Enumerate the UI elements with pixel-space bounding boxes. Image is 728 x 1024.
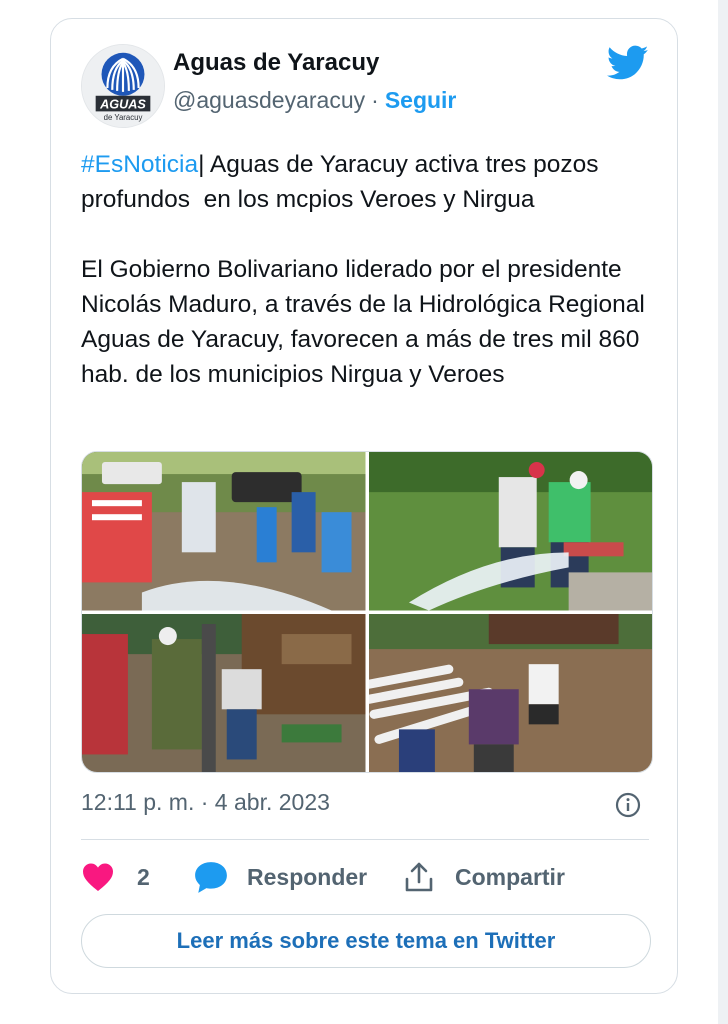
action-bar: 2 Responder Compartir [81, 857, 651, 897]
divider [81, 839, 649, 840]
svg-text:AGUAS: AGUAS [99, 97, 146, 111]
photo-3[interactable] [82, 613, 366, 772]
twitter-bird-icon[interactable] [606, 45, 649, 81]
embedded-tweet-card: AGUAS de Yaracuy Aguas de Yaracuy @aguas… [50, 18, 678, 994]
photo-grid [81, 451, 653, 773]
like-button[interactable]: 2 [81, 857, 150, 897]
account-handle[interactable]: @aguasdeyaracuy [173, 87, 365, 113]
heart-icon [83, 863, 113, 891]
avatar[interactable]: AGUAS de Yaracuy [81, 44, 165, 128]
share-icon [405, 862, 433, 892]
page-edge [718, 0, 728, 1024]
separator-dot: · [371, 87, 379, 113]
tweet-timestamp[interactable]: 12:11 p. m. · 4 abr. 2023 [81, 789, 330, 816]
reply-button[interactable]: Responder [193, 857, 367, 897]
photo-1[interactable] [82, 452, 366, 611]
hashtag-link[interactable]: #EsNoticia [81, 151, 198, 178]
share-button[interactable]: Compartir [403, 857, 565, 897]
reply-label: Responder [247, 863, 368, 890]
likes-count: 2 [137, 863, 150, 890]
follow-button[interactable]: Seguir [385, 87, 457, 113]
share-label: Compartir [455, 863, 565, 890]
handle-row: @aguasdeyaracuy · Seguir [173, 87, 456, 114]
photo-2[interactable] [368, 452, 652, 611]
tweet-paragraph-2: El Gobierno Bolivariano liderado por el … [81, 256, 651, 388]
tweet-text: #EsNoticia| Aguas de Yaracuy activa tres… [81, 147, 661, 392]
account-name[interactable]: Aguas de Yaracuy [173, 49, 379, 77]
avatar-logo-image: AGUAS de Yaracuy [82, 45, 164, 127]
info-icon[interactable] [615, 792, 641, 818]
svg-text:de Yaracuy: de Yaracuy [104, 113, 143, 122]
read-more-button[interactable]: Leer más sobre este tema en Twitter [81, 914, 651, 968]
photo-4[interactable] [368, 613, 652, 772]
reply-bubble-icon [195, 862, 227, 893]
